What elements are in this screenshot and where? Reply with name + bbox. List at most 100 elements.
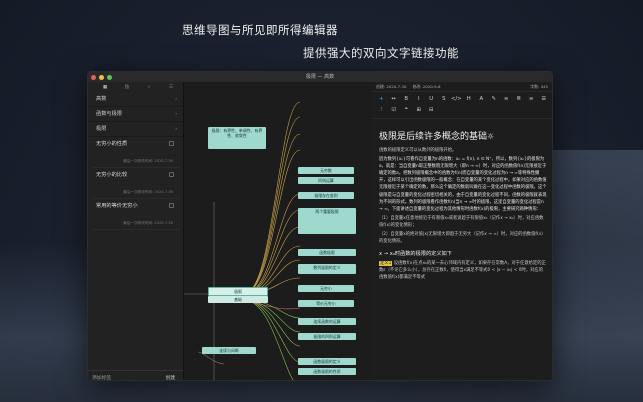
mindmap-node[interactable]: 无穷数 [298, 167, 354, 175]
sidebar-item-limits[interactable]: 极限 › [88, 122, 183, 137]
checkbox[interactable] [169, 141, 174, 146]
node-label: 无穷数 [320, 168, 332, 173]
title-bar: 极限 — 高数 [88, 72, 552, 82]
paragraph: （1）自变量x任意地接近于有限值x₀或者说趋于有限值x₀（记作x → x₀）时，… [379, 215, 544, 228]
editor-status-bar: 创建: 2020-7-30 修改: 2020-9-6 字数: 445 [372, 82, 552, 92]
code-icon[interactable]: </> [450, 94, 463, 105]
mindmap-node[interactable]: 极限的四则运算 [298, 333, 356, 341]
definition-text: 设函数f(x)在点x₀的某一去心邻域内有定义，如果存在常数A，对于任意给定的正数… [379, 261, 546, 281]
mindmap-node[interactable]: 函数极限的性质 [298, 368, 356, 376]
window-title: 极限 — 高数 [305, 74, 335, 80]
checklist-icon[interactable]: ☑ [388, 105, 401, 116]
mindmap-canvas[interactable]: 无穷数 四则运算 极限存在准则 两个重要极限 极限：有界性、单调性、有界性、收敛… [184, 82, 372, 380]
node-label: 两个重要极限 [315, 209, 339, 214]
note-date: 最后一次修改时间: 2020-7-30 [123, 159, 173, 163]
modified-date: 修改: 2020-9-6 [412, 83, 441, 89]
italic-icon[interactable]: I [413, 94, 426, 105]
highlight-icon[interactable]: ✎ [488, 94, 501, 105]
tagline-mindmap: 思维导图与所见即所得编辑器 [182, 23, 338, 37]
node-label: 极限：有界性、单调性、有界性、收敛性 [211, 128, 263, 139]
heading-icon[interactable]: H [463, 94, 476, 105]
definition-paragraph: 定义1 设函数f(x)在点x₀的某一去心邻域内有定义，如果存在常数A，对于任意给… [379, 260, 547, 281]
node-label: 数列极限的定义 [313, 265, 341, 270]
checkbox[interactable] [169, 172, 174, 177]
node-label: 无穷小 [320, 286, 332, 291]
star-icon[interactable]: ☆ [138, 85, 160, 90]
note-item[interactable]: 常用的等价无穷小 最后一次修改时间: 2020-7-30 [92, 199, 179, 230]
node-label: 极限 [234, 289, 242, 294]
app-window: 极限 — 高数 ▦ 独 ☆ ☰ 高数 › 函数与极限 › 极限 › 无穷小的性质… [87, 71, 553, 381]
node-label: 函数极限的定义 [313, 359, 341, 364]
note-title: 无穷小的性质 [96, 141, 128, 147]
node-label: 连续与间断 [219, 348, 239, 353]
document-content[interactable]: 极限是后续许多概念的基础☼ 函数的极限定义可以从数列的极限开始。 因为数列{xₙ… [372, 119, 552, 282]
bullet-list-icon[interactable]: ☰ [538, 94, 551, 105]
checkbox[interactable] [169, 203, 174, 208]
divider-icon[interactable]: ⊟ [425, 105, 438, 116]
paragraph: （2）自变量x的绝对值|x|无限增大即趋于无穷大（记作x → ∞）时，对应的函数… [379, 232, 543, 245]
note-title: 无穷小的比较 [96, 172, 128, 178]
table-icon[interactable]: ⊞ [413, 105, 426, 116]
node-label: 连续函数的运算 [313, 319, 341, 324]
align-right-icon[interactable]: ≡ [525, 94, 538, 105]
mindmap-node[interactable]: 基础 [208, 296, 268, 304]
format-toolbar: + ↔ B I U S </> H A ✎ ≡ ≣ ≡ ☰ ⁝ ☑ ❝ ⊞ ⊟ [372, 92, 552, 119]
mindmap-node[interactable]: 极限：有界性、单调性、有界性、收敛性 [208, 127, 266, 149]
sidebar-footer: 添加标签 创建 [88, 370, 183, 380]
mindmap-node[interactable]: 四则运算 [298, 177, 354, 185]
definition-label: 定义1 [379, 261, 393, 267]
note-date: 最后一次修改时间: 2020-7-30 [123, 221, 173, 225]
node-label: 基础 [234, 297, 242, 302]
chevron-right-icon: › [175, 112, 177, 117]
sidebar-item-gaoshu[interactable]: 高数 › [88, 92, 183, 107]
tagline-links: 提供强大的双向文字链接功能 [303, 46, 459, 60]
font-color-icon[interactable]: A [475, 94, 488, 105]
quote-icon[interactable]: ❝ [400, 105, 413, 116]
document-heading: 极限是后续许多概念的基础☼ [379, 129, 547, 142]
chevron-right-icon: › [175, 127, 177, 132]
note-title: 常用的等价无穷小 [96, 203, 138, 209]
node-label: 极限存在准则 [314, 193, 338, 198]
paragraph: 函数的极限定义可以从数列的极限开始。 [379, 148, 457, 153]
node-label: 函数极限的性质 [313, 369, 341, 374]
underline-icon[interactable]: U [425, 94, 438, 105]
editor-panel: 创建: 2020-7-30 修改: 2020-9-6 字数: 445 + ↔ B… [372, 82, 552, 380]
sidebar: ▦ 独 ☆ ☰ 高数 › 函数与极限 › 极限 › 无穷小的性质 最后一次修改时… [88, 82, 184, 380]
list-icon[interactable]: ☰ [160, 85, 182, 90]
align-left-icon[interactable]: ≡ [500, 94, 513, 105]
mindmap-node[interactable]: 连续函数的运算 [298, 318, 356, 326]
sidebar-item-label: 极限 [96, 126, 107, 132]
add-tag-input[interactable]: 添加标签 [92, 374, 111, 380]
create-button[interactable]: 创建 [165, 374, 175, 380]
link-icon[interactable]: ↔ [388, 94, 401, 105]
mindmap-node[interactable]: 函数极限 [298, 249, 356, 257]
note-date: 最后一次修改时间: 2020-7-30 [123, 190, 173, 194]
grid-icon[interactable]: ▦ [94, 85, 116, 90]
sidebar-item-label: 函数与极限 [96, 111, 122, 117]
sidebar-item-functions[interactable]: 函数与极限 › [88, 107, 183, 122]
bold-icon[interactable]: B [400, 94, 413, 105]
tab-icon[interactable]: 独 [116, 84, 138, 90]
align-center-icon[interactable]: ≣ [513, 94, 526, 105]
mindmap-root-node[interactable]: 极限 [208, 287, 268, 297]
subheading: x → x₀时函数的极限的定义如下 [379, 251, 452, 258]
node-label: 等价无穷小 [316, 301, 336, 306]
numbered-list-icon[interactable]: ⁝ [375, 105, 388, 116]
mindmap-node[interactable]: 无穷小 [298, 285, 354, 293]
add-icon[interactable]: + [375, 94, 388, 105]
mindmap-node[interactable]: 极限存在准则 [298, 192, 354, 200]
mindmap-node[interactable]: 连续与间断 [202, 347, 256, 355]
mindmap-node[interactable]: 数列极限的定义 [298, 264, 356, 274]
mindmap-node[interactable]: 等价无穷小 [298, 300, 354, 308]
chevron-right-icon: › [175, 97, 177, 102]
mindmap-node[interactable]: 两个重要极限 [298, 208, 356, 234]
strikethrough-icon[interactable]: S [438, 94, 451, 105]
node-label: 极限的四则运算 [313, 334, 341, 339]
sidebar-tabs: ▦ 独 ☆ ☰ [88, 82, 183, 92]
sidebar-item-label: 高数 [96, 96, 107, 102]
mindmap-node[interactable]: 函数极限的定义 [298, 358, 356, 366]
created-date: 创建: 2020-7-30 [376, 83, 407, 89]
word-count: 字数: 445 [530, 83, 548, 89]
note-item[interactable]: 无穷小的性质 最后一次修改时间: 2020-7-30 [92, 137, 179, 168]
note-item[interactable]: 无穷小的比较 最后一次修改时间: 2020-7-30 [92, 168, 179, 199]
